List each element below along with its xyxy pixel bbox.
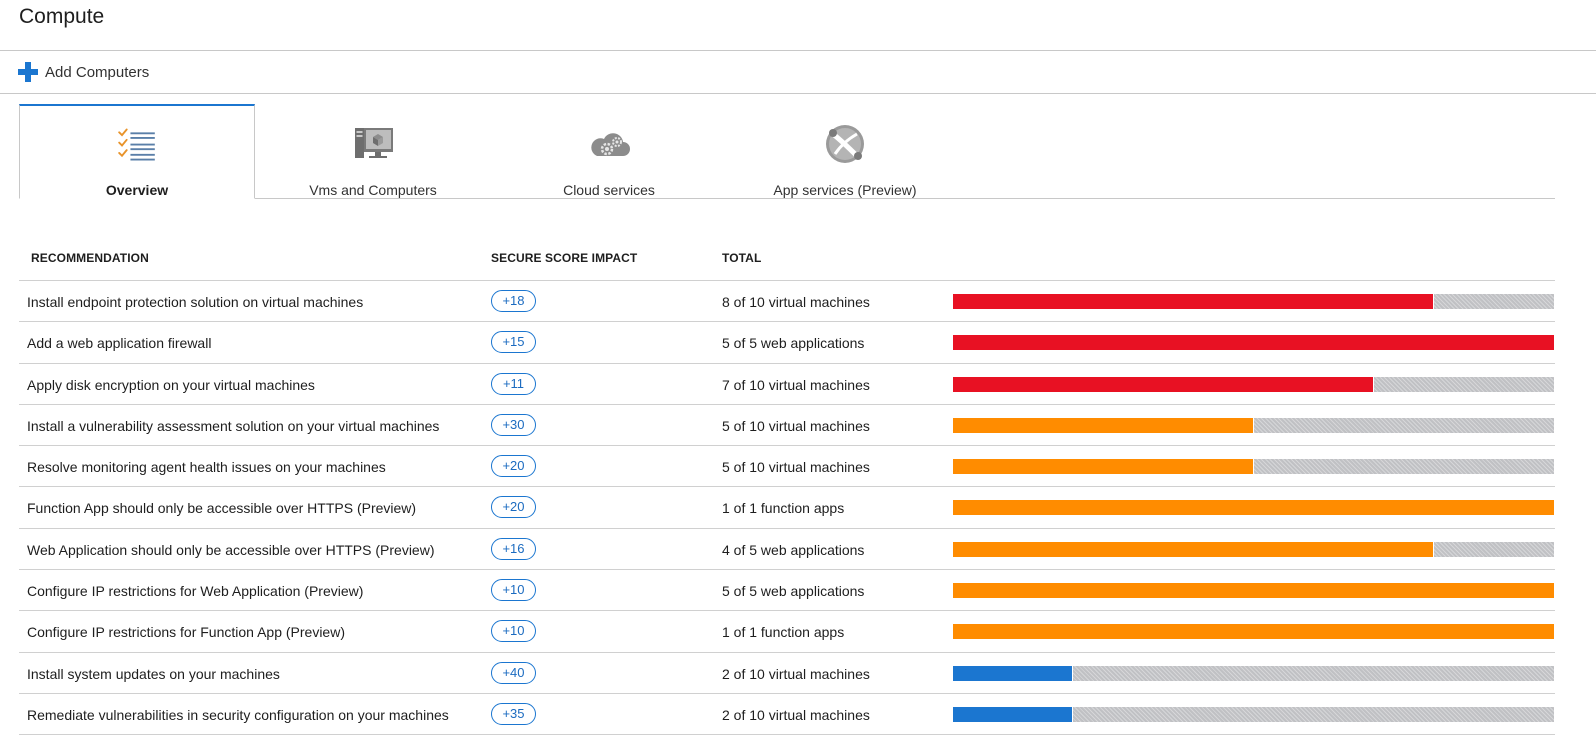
recommendation-name[interactable]: Install system updates on your machines bbox=[27, 666, 280, 682]
secure-score-impact-badge: +30 bbox=[491, 413, 536, 436]
recommendation-name[interactable]: Resolve monitoring agent health issues o… bbox=[27, 459, 386, 475]
total-resources: 2 of 10 virtual machines bbox=[722, 665, 870, 682]
total-resources: 1 of 1 function apps bbox=[722, 624, 845, 641]
checklist-icon bbox=[118, 128, 155, 161]
add-computers-label: Add Computers bbox=[45, 63, 150, 81]
recommendation-name[interactable]: Install endpoint protection solution on … bbox=[27, 294, 363, 310]
unhealthy-resources-bar bbox=[953, 376, 1554, 392]
page-title: Compute bbox=[19, 5, 105, 28]
table-row[interactable]: Add a web application firewall +15 5 of 5 … bbox=[19, 322, 1555, 364]
table-row[interactable]: Install endpoint protection solution on … bbox=[19, 281, 1555, 323]
plus-icon bbox=[18, 62, 38, 82]
unhealthy-bar-fill bbox=[953, 376, 1374, 392]
table-row[interactable]: Remediate vulnerabilities in security co… bbox=[19, 694, 1555, 736]
table-row[interactable]: Install a vulnerability assessment solut… bbox=[19, 405, 1555, 447]
total-resources: 5 of 5 web applications bbox=[722, 583, 865, 600]
header-total: TOTAL bbox=[722, 251, 762, 265]
total-resources: 5 of 10 virtual machines bbox=[722, 417, 870, 434]
recommendation-name[interactable]: Configure IP restrictions for Function A… bbox=[27, 624, 345, 640]
recommendation-name[interactable]: Configure IP restrictions for Web Applic… bbox=[27, 583, 363, 599]
table-row[interactable]: Configure IP restrictions for Function A… bbox=[19, 611, 1555, 653]
unhealthy-bar-fill bbox=[953, 541, 1434, 557]
secure-score-impact-badge: +40 bbox=[491, 661, 536, 684]
total-resources: 2 of 10 virtual machines bbox=[722, 706, 870, 723]
unhealthy-bar-fill bbox=[953, 624, 1554, 640]
unhealthy-bar-fill bbox=[953, 294, 1434, 309]
secure-score-impact-badge: +20 bbox=[491, 496, 536, 519]
table-row[interactable]: Install system updates on your machines +… bbox=[19, 653, 1555, 694]
tab-app-services[interactable]: App services (Preview) bbox=[727, 104, 963, 198]
unhealthy-bar-fill bbox=[953, 459, 1254, 475]
unhealthy-bar-fill bbox=[953, 706, 1074, 722]
unhealthy-resources-bar bbox=[953, 624, 1554, 640]
recommendation-name[interactable]: Apply disk encryption on your virtual ma… bbox=[27, 377, 315, 393]
unhealthy-resources-bar bbox=[953, 417, 1554, 433]
unhealthy-resources-bar bbox=[953, 294, 1554, 309]
secure-score-impact-badge: +15 bbox=[491, 331, 536, 354]
header-divider bbox=[0, 50, 1596, 51]
recommendation-name[interactable]: Install a vulnerability assessment solut… bbox=[27, 418, 439, 434]
tab-cloud-services[interactable]: Cloud services bbox=[491, 104, 727, 198]
unhealthy-resources-bar bbox=[953, 541, 1554, 557]
computer-icon bbox=[355, 128, 393, 158]
toolbar-divider bbox=[0, 93, 1596, 94]
recommendation-name[interactable]: Remediate vulnerabilities in security co… bbox=[27, 707, 449, 723]
total-resources: 8 of 10 virtual machines bbox=[722, 294, 870, 310]
total-resources: 7 of 10 virtual machines bbox=[722, 376, 870, 393]
unhealthy-bar-fill bbox=[953, 417, 1254, 433]
table-row[interactable]: Web Application should only be accessibl… bbox=[19, 529, 1555, 571]
recommendations-table: RECOMMENDATION SECURE SCORE IMPACT TOTAL… bbox=[19, 240, 1555, 736]
unhealthy-resources-bar bbox=[953, 706, 1554, 722]
tab-cloud-label: Cloud services bbox=[563, 182, 655, 198]
table-row[interactable]: Configure IP restrictions for Web Applic… bbox=[19, 570, 1555, 612]
tab-app-services-label: App services (Preview) bbox=[773, 182, 917, 198]
header-recommendation: RECOMMENDATION bbox=[31, 251, 149, 265]
table-row[interactable]: Apply disk encryption on your virtual ma… bbox=[19, 364, 1555, 405]
secure-score-impact-badge: +35 bbox=[491, 702, 536, 725]
table-row[interactable]: Resolve monitoring agent health issues o… bbox=[19, 446, 1555, 488]
unhealthy-resources-bar bbox=[953, 665, 1554, 681]
add-computers-button[interactable]: Add Computers bbox=[18, 60, 149, 84]
recommendation-name[interactable]: Add a web application firewall bbox=[27, 335, 211, 351]
unhealthy-bar-fill bbox=[953, 335, 1554, 351]
tab-vms-and-computers[interactable]: Vms and Computers bbox=[255, 104, 491, 198]
secure-score-impact-badge: +16 bbox=[491, 537, 536, 560]
secure-score-impact-badge: +11 bbox=[491, 372, 536, 395]
unhealthy-resources-bar bbox=[953, 583, 1554, 599]
table-body: Install endpoint protection solution on … bbox=[19, 281, 1555, 736]
tab-overview[interactable]: Overview bbox=[19, 104, 255, 199]
unhealthy-bar-fill bbox=[953, 665, 1074, 681]
total-resources: 5 of 10 virtual machines bbox=[722, 459, 870, 476]
cloud-gear-icon bbox=[591, 133, 630, 156]
unhealthy-bar-fill bbox=[953, 500, 1554, 516]
globe-wrench-icon bbox=[826, 125, 864, 163]
table-header: RECOMMENDATION SECURE SCORE IMPACT TOTAL bbox=[19, 240, 1555, 281]
unhealthy-resources-bar bbox=[953, 335, 1554, 351]
tab-overview-label: Overview bbox=[105, 182, 169, 198]
tab-vms-label: Vms and Computers bbox=[309, 182, 437, 198]
tab-strip: Overview Vms and Computers Cloud service… bbox=[19, 104, 1555, 199]
total-resources: 5 of 5 web applications bbox=[722, 335, 865, 352]
recommendation-name[interactable]: Function App should only be accessible o… bbox=[27, 500, 416, 516]
secure-score-impact-badge: +20 bbox=[491, 455, 536, 478]
recommendation-name[interactable]: Web Application should only be accessibl… bbox=[27, 542, 434, 558]
header-secure-score-impact: SECURE SCORE IMPACT bbox=[491, 251, 638, 265]
unhealthy-resources-bar bbox=[953, 459, 1554, 475]
unhealthy-resources-bar bbox=[953, 500, 1554, 516]
secure-score-impact-badge: +10 bbox=[491, 579, 536, 602]
secure-score-impact-badge: +18 bbox=[491, 290, 536, 312]
total-resources: 1 of 1 function apps bbox=[722, 500, 845, 517]
table-row[interactable]: Function App should only be accessible o… bbox=[19, 487, 1555, 529]
total-resources: 4 of 5 web applications bbox=[722, 541, 865, 558]
unhealthy-bar-fill bbox=[953, 583, 1554, 599]
secure-score-impact-badge: +10 bbox=[491, 620, 536, 643]
